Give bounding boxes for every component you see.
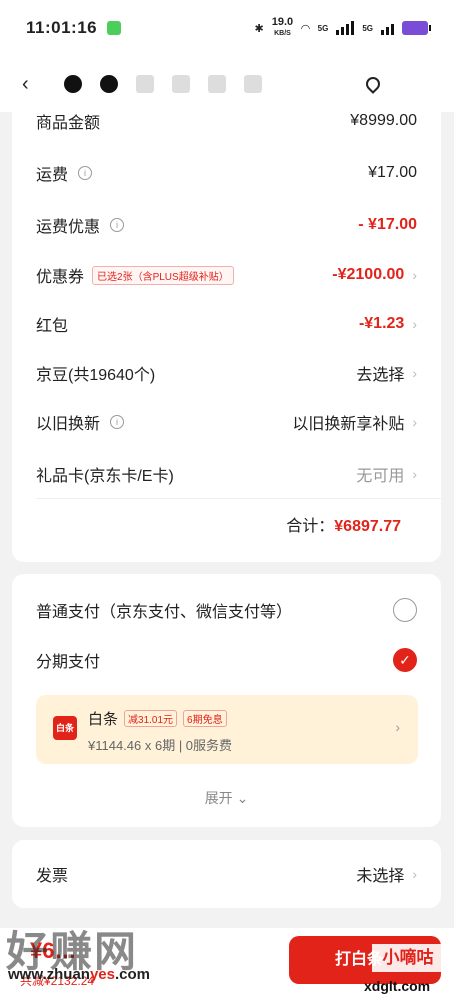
row-invoice[interactable]: 发票 未选择 › [36,859,417,889]
installment-description: ¥1144.46 x 6期 | 0服务费 [88,738,233,753]
chevron-right-icon: › [412,414,417,430]
info-icon[interactable]: i [78,166,93,180]
chevron-down-icon: ⌄ [236,790,249,806]
price-summary-card: 商品金额 ¥8999.00 运费 i ¥17.00 运费优惠 i - ¥17.0… [12,100,441,562]
info-icon[interactable]: i [110,218,125,232]
watermark-badge-url: xdglt.com [364,978,431,994]
row-value: 无可用 [356,468,405,485]
row-shipping: 运费 i ¥17.00 [36,158,417,188]
payment-option-normal[interactable]: 普通支付（京东支付、微信支付等） [36,595,417,625]
total-amount: ¥6897.77 [334,518,401,535]
network-speed: 19.0 KB/S [272,17,293,39]
signal-1-icon [336,21,355,35]
payment-option-label: 普通支付（京东支付、微信支付等） [36,604,293,621]
row-gift-card[interactable]: 礼品卡(京东卡/E卡) 无可用 › [36,459,417,489]
row-value: -¥1.23 [358,315,405,332]
chevron-right-icon: › [395,719,400,735]
battery-icon [402,21,431,35]
row-value: 去选择 [356,367,405,384]
watermark-badge: 小嘀咕 [372,944,444,972]
redaction-mark [208,75,226,93]
status-time: 11:01:16 [26,18,98,37]
watermark-url: www.zhuanyes.com [8,966,150,983]
expand-button[interactable]: 展开 ⌄ [12,788,441,808]
chevron-right-icon: › [412,866,417,882]
row-trade-in[interactable]: 以旧换新 i 以旧换新享补贴 › [36,407,417,437]
speed-unit: KB/S [274,30,291,37]
redaction-mark [100,75,118,93]
baitiao-title: 白条 [88,711,119,728]
obscured-address [64,75,262,93]
expand-label: 展开 [204,790,233,806]
row-label: 以旧换新 [36,416,101,433]
row-label: 红包 [36,318,69,335]
watermark-url-part: .com [114,966,150,983]
row-label: 礼品卡(京东卡/E卡) [36,468,174,485]
chevron-right-icon: › [412,466,417,482]
baitiao-logo-icon: 白条 [53,716,77,740]
radio-unchecked-icon[interactable] [393,598,417,622]
status-bar: 11:01:16 ✱ 19.0 KB/S ◠ 5G 5G [0,0,454,56]
redaction-mark [136,75,154,93]
network-type-1: 5G [317,23,329,33]
row-value: 以旧换新享补贴 [292,416,405,433]
baitiao-plan-option[interactable]: 白条 白条 减31.01元 6期免息 ¥1144.46 x 6期 | 0服务费 … [36,695,418,764]
redaction-mark [64,75,82,93]
network-type-2: 5G [362,23,373,33]
row-label: 优惠券 [36,269,85,286]
row-label: 运费优惠 [36,219,101,236]
row-value: ¥17.00 [368,164,417,181]
chevron-right-icon: › [412,365,417,381]
row-label: 运费 [36,167,69,184]
speed-value: 19.0 [271,16,294,28]
row-goods-amount: 商品金额 ¥8999.00 [36,106,417,136]
redaction-mark [172,75,190,93]
invoice-card[interactable]: 发票 未选择 › [12,840,441,908]
row-label: 商品金额 [36,115,101,132]
row-value: 未选择 [356,868,405,885]
coupon-tag: 已选2张（含PLUS超级补贴） [92,265,234,285]
divider [36,498,441,499]
chevron-right-icon: › [412,316,417,332]
row-red-packet[interactable]: 红包 -¥1.23 › [36,309,417,339]
row-jingdou[interactable]: 京豆(共19640个) 去选择 › [36,358,417,388]
watermark-url-part: yes [89,966,115,983]
signal-2-icon [381,21,394,35]
discount-tag: 减31.01元 [124,710,178,727]
message-notification-icon [107,21,122,35]
interest-free-tag: 6期免息 [183,710,227,727]
row-value: ¥8999.00 [350,112,417,129]
baitiao-title-line: 白条 减31.01元 6期免息 [88,708,227,729]
info-icon[interactable]: i [110,415,125,429]
back-arrow-icon[interactable]: ‹ [22,73,46,96]
status-indicators: ✱ 19.0 KB/S ◠ 5G 5G [254,17,431,39]
location-pin-icon[interactable] [363,74,383,94]
row-shipping-discount: 运费优惠 i - ¥17.00 [36,210,417,240]
row-value: - ¥17.00 [358,216,417,233]
order-total: 合计：¥6897.77 [286,512,401,536]
total-label: 合计： [286,518,335,535]
radio-checked-icon[interactable]: ✓ [393,648,417,672]
bluetooth-icon: ✱ [254,22,264,35]
payment-method-card: 普通支付（京东支付、微信支付等） 分期支付 ✓ 白条 白条 减31.01元 6期… [12,574,441,827]
row-label: 京豆(共19640个) [36,367,156,384]
watermark-url-part: www.zhuan [8,966,90,983]
payment-option-installment[interactable]: 分期支付 [36,645,417,675]
wifi-icon: ◠ [301,22,310,35]
row-label: 发票 [36,868,69,885]
redaction-mark [244,75,262,93]
row-value: -¥2100.00 [332,266,405,283]
row-coupon[interactable]: 优惠券 已选2张（含PLUS超级补贴） -¥2100.00 › [36,260,417,290]
chevron-right-icon: › [412,267,417,283]
payment-option-label: 分期支付 [36,654,101,671]
